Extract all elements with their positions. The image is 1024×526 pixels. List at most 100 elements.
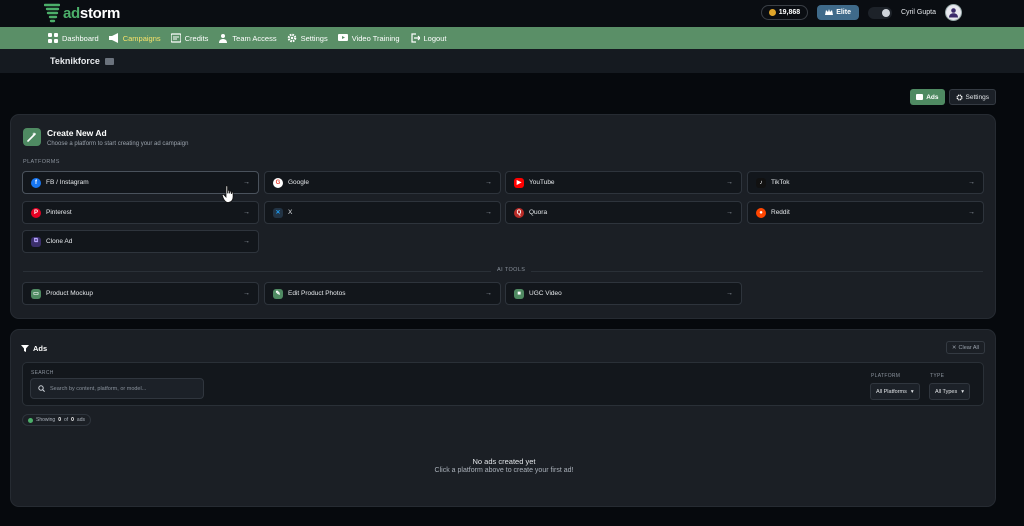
arrow-right-icon: → bbox=[485, 209, 492, 216]
platform-tiktok[interactable]: ♪ TikTok → bbox=[747, 171, 984, 194]
platform-quora[interactable]: Q Quora → bbox=[505, 201, 742, 224]
tile-label: Google bbox=[288, 179, 309, 186]
plan-badge[interactable]: Elite bbox=[817, 5, 859, 20]
ads-icon bbox=[916, 94, 924, 100]
org-header: Teknikforce bbox=[0, 49, 1024, 73]
settings-button[interactable]: Settings bbox=[948, 89, 996, 105]
nav-video-training[interactable]: Video Training bbox=[337, 33, 400, 43]
credits-icon bbox=[170, 33, 181, 43]
platform-pinterest[interactable]: P Pinterest → bbox=[22, 201, 259, 224]
platform-x[interactable]: ✕ X → bbox=[264, 201, 501, 224]
top-bar: adstorm 19,868 Elite Cyril Gupta bbox=[0, 0, 1024, 27]
nav-settings[interactable]: Settings bbox=[287, 33, 328, 43]
arrow-right-icon: → bbox=[243, 290, 250, 297]
reddit-icon: ● bbox=[756, 207, 766, 218]
platform-youtube[interactable]: ▶ YouTube → bbox=[505, 171, 742, 194]
main-nav: Dashboard Campaigns Credits Team Access … bbox=[0, 27, 1024, 49]
nav-label: Team Access bbox=[232, 33, 277, 43]
tile-label: X bbox=[288, 209, 293, 216]
google-icon: G bbox=[273, 177, 283, 188]
nav-label: Logout bbox=[423, 33, 447, 43]
avatar[interactable] bbox=[945, 4, 962, 21]
mockup-icon: ▭ bbox=[31, 288, 41, 299]
platform-google[interactable]: G Google → bbox=[264, 171, 501, 194]
type-select[interactable]: All Types ▾ bbox=[929, 383, 970, 400]
tile-label: YouTube bbox=[529, 179, 555, 186]
platform-select-value: All Platforms bbox=[876, 388, 907, 395]
ai-tool-ugc-video[interactable]: ■ UGC Video → bbox=[505, 282, 742, 305]
megaphone-icon bbox=[108, 33, 118, 43]
ai-tools-label: AI TOOLS bbox=[491, 267, 532, 273]
edit-photo-icon: ✎ bbox=[273, 288, 283, 299]
credits-value: 19,868 bbox=[778, 9, 801, 16]
ads-count-badge: Showing 0 of 0 ads bbox=[22, 414, 91, 426]
nav-team-access[interactable]: Team Access bbox=[218, 33, 277, 43]
tiktok-icon: ♪ bbox=[756, 177, 766, 188]
search-label: SEARCH bbox=[31, 370, 54, 376]
nav-label: Settings bbox=[300, 33, 328, 43]
nav-campaigns[interactable]: Campaigns bbox=[108, 33, 161, 43]
clone-icon: ⧉ bbox=[31, 236, 41, 247]
platform-select[interactable]: All Platforms ▾ bbox=[870, 383, 920, 400]
tile-label: Quora bbox=[529, 209, 548, 216]
status-dot-icon bbox=[28, 417, 33, 423]
showing-total: 0 bbox=[71, 417, 74, 423]
magic-wand-icon bbox=[23, 128, 41, 146]
dashboard-icon bbox=[48, 33, 58, 43]
arrow-right-icon: → bbox=[726, 209, 733, 216]
showing-prefix: Showing bbox=[36, 417, 56, 423]
nav-dashboard[interactable]: Dashboard bbox=[48, 33, 99, 43]
nav-label: Dashboard bbox=[62, 33, 99, 43]
ads-button[interactable]: Ads bbox=[910, 89, 945, 105]
tile-label: Pinterest bbox=[46, 209, 72, 216]
youtube-icon: ▶ bbox=[514, 177, 524, 188]
hand-cursor-icon bbox=[222, 185, 234, 203]
platform-filter-label: PLATFORM bbox=[871, 373, 901, 379]
moon-icon bbox=[881, 8, 890, 17]
user-icon bbox=[949, 8, 958, 18]
arrow-right-icon: → bbox=[726, 290, 733, 297]
gear-icon bbox=[287, 33, 296, 43]
brand-logo[interactable]: adstorm bbox=[44, 3, 120, 23]
clear-all-button[interactable]: ✕ Clear All bbox=[945, 341, 985, 354]
gear-icon bbox=[955, 93, 963, 101]
showing-count: 0 bbox=[58, 417, 61, 423]
user-name[interactable]: Cyril Gupta bbox=[901, 9, 936, 16]
search-input[interactable]: Search by content, platform, or model... bbox=[30, 378, 204, 399]
tile-label: Product Mockup bbox=[46, 290, 93, 297]
platform-reddit[interactable]: ● Reddit → bbox=[747, 201, 984, 224]
theme-toggle[interactable] bbox=[867, 6, 892, 19]
tile-label: FB / Instagram bbox=[46, 179, 89, 186]
arrow-right-icon: → bbox=[485, 290, 492, 297]
ads-section-title[interactable]: Ads bbox=[21, 344, 47, 353]
arrow-right-icon: → bbox=[968, 179, 975, 186]
nav-logout[interactable]: Logout bbox=[410, 33, 447, 43]
arrow-right-icon: → bbox=[968, 209, 975, 216]
empty-state-subtitle: Click a platform above to create your fi… bbox=[434, 467, 574, 474]
nav-label: Video Training bbox=[351, 33, 400, 43]
tile-label: Clone Ad bbox=[46, 238, 73, 245]
empty-state-title: No ads created yet bbox=[472, 457, 536, 466]
nav-credits[interactable]: Credits bbox=[170, 33, 208, 43]
create-ad-card: Create New Ad Choose a platform to start… bbox=[10, 114, 996, 319]
ai-tool-product-mockup[interactable]: ▭ Product Mockup → bbox=[22, 282, 259, 305]
pinterest-icon: P bbox=[31, 207, 41, 218]
quora-icon: Q bbox=[514, 207, 524, 218]
ads-card: Ads ✕ Clear All SEARCH Search by content… bbox=[10, 329, 996, 507]
ads-title-label: Ads bbox=[33, 344, 48, 353]
filter-icon bbox=[21, 345, 29, 352]
arrow-right-icon: → bbox=[243, 209, 250, 216]
credits-balance[interactable]: 19,868 bbox=[760, 5, 809, 20]
nav-label: Campaigns bbox=[122, 33, 161, 43]
clear-all-label: Clear All bbox=[958, 344, 979, 351]
team-icon bbox=[219, 34, 228, 43]
search-icon bbox=[38, 385, 45, 392]
caret-down-icon: ▾ bbox=[910, 388, 914, 395]
close-icon: ✕ bbox=[951, 344, 957, 351]
arrow-right-icon: → bbox=[243, 238, 250, 245]
org-video-icon[interactable] bbox=[104, 57, 114, 65]
ai-tool-edit-product-photos[interactable]: ✎ Edit Product Photos → bbox=[264, 282, 501, 305]
platform-clone-ad[interactable]: ⧉ Clone Ad → bbox=[22, 230, 259, 253]
tile-label: UGC Video bbox=[529, 290, 562, 297]
tile-label: Reddit bbox=[771, 209, 790, 216]
